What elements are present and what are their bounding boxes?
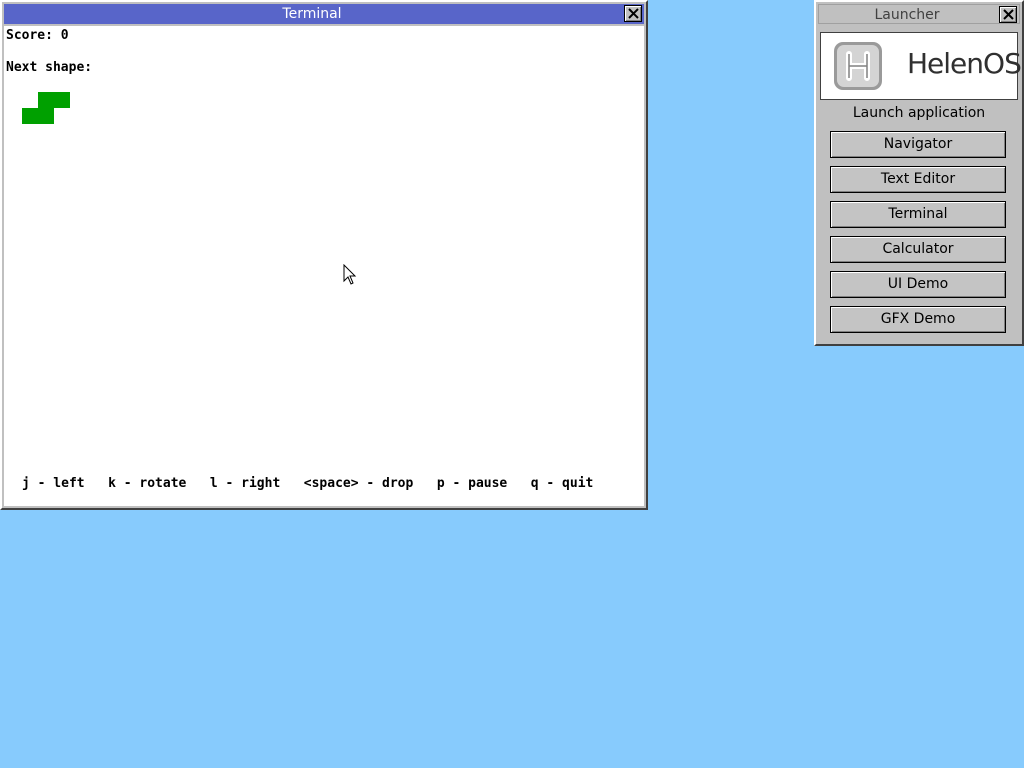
helenos-logo: HelenOS bbox=[820, 32, 1022, 100]
close-icon bbox=[627, 8, 639, 19]
terminal-close-button[interactable] bbox=[624, 5, 642, 22]
text-editor-button[interactable]: Text Editor bbox=[830, 166, 1006, 193]
mouse-pointer-icon bbox=[343, 264, 357, 285]
terminal-window: Terminal Score: 0 Next shape: j - left k… bbox=[0, 0, 648, 510]
launcher-titlebar[interactable]: Launcher bbox=[818, 4, 1020, 24]
controls-help-text: j - left k - rotate l - right <space> - … bbox=[22, 476, 594, 491]
launcher-close-button[interactable] bbox=[999, 6, 1017, 23]
score-text: Score: 0 bbox=[6, 28, 69, 43]
launch-application-heading: Launch application bbox=[852, 105, 986, 121]
ui-demo-button[interactable]: UI Demo bbox=[830, 271, 1006, 298]
shape-block bbox=[38, 92, 54, 108]
shape-block bbox=[54, 92, 70, 108]
terminal-titlebar[interactable]: Terminal bbox=[4, 4, 644, 24]
launcher-title: Launcher bbox=[874, 7, 940, 23]
gfx-demo-button[interactable]: GFX Demo bbox=[830, 306, 1006, 333]
calculator-button[interactable]: Calculator bbox=[830, 236, 1006, 263]
shape-block bbox=[22, 108, 38, 124]
terminal-button[interactable]: Terminal bbox=[830, 201, 1006, 228]
close-icon bbox=[1002, 9, 1014, 20]
navigator-button[interactable]: Navigator bbox=[830, 131, 1006, 158]
terminal-content[interactable]: Score: 0 Next shape: j - left k - rotate… bbox=[4, 26, 644, 506]
next-shape-label: Next shape: bbox=[6, 60, 93, 75]
launcher-window: Launcher HelenOS Launch application Navi… bbox=[814, 0, 1024, 346]
shape-block bbox=[38, 108, 54, 124]
helenos-logo-icon bbox=[834, 42, 882, 90]
helenos-logo-text: HelenOS bbox=[907, 47, 1022, 80]
terminal-title: Terminal bbox=[282, 6, 342, 22]
